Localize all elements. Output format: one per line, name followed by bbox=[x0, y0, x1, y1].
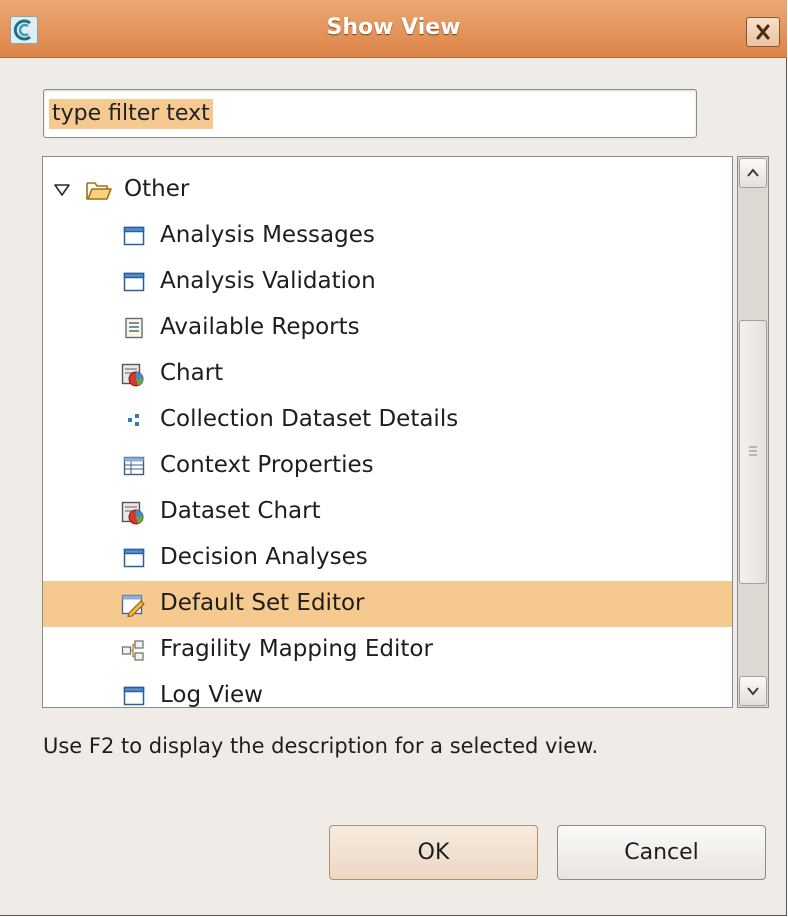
description-hint: Use F2 to display the description for a … bbox=[43, 734, 599, 758]
close-icon bbox=[756, 24, 770, 40]
chevron-down-icon bbox=[747, 687, 759, 696]
app-logo-icon bbox=[10, 16, 38, 44]
tree-item[interactable]: Collection Dataset Details bbox=[43, 397, 732, 443]
tree-item[interactable]: Analysis Validation bbox=[43, 259, 732, 305]
view-window-icon bbox=[123, 548, 145, 568]
view-window-icon bbox=[123, 686, 145, 706]
scroll-down-button[interactable] bbox=[739, 676, 767, 706]
expand-triangle-icon[interactable] bbox=[53, 183, 71, 197]
scrollbar-thumb[interactable] bbox=[739, 320, 767, 584]
folder-open-icon bbox=[86, 182, 112, 200]
dataset-details-icon bbox=[128, 414, 139, 426]
tree-category-other[interactable]: Other bbox=[43, 167, 732, 213]
tree-item-label: Available Reports bbox=[160, 314, 360, 340]
scroll-up-button[interactable] bbox=[739, 158, 767, 188]
report-icon bbox=[125, 317, 143, 339]
tree-item-label: Analysis Validation bbox=[160, 268, 376, 294]
close-button[interactable] bbox=[746, 17, 780, 47]
tree-item[interactable]: Context Properties bbox=[43, 443, 732, 489]
view-window-icon bbox=[123, 226, 145, 246]
chart-icon bbox=[121, 363, 144, 387]
tree-item-label: Decision Analyses bbox=[160, 544, 368, 570]
tree-item-label: Chart bbox=[160, 360, 224, 386]
tree-item[interactable]: Fragility Mapping Editor bbox=[43, 627, 732, 673]
tree-item-label: Dataset Chart bbox=[160, 498, 321, 524]
vertical-scrollbar[interactable] bbox=[737, 156, 769, 708]
chart-icon bbox=[121, 501, 144, 525]
title-bar[interactable]: Show View bbox=[0, 0, 787, 58]
tree-item-label: Context Properties bbox=[160, 452, 374, 478]
tree-item-selected[interactable]: Default Set Editor bbox=[43, 581, 732, 627]
properties-table-icon bbox=[123, 456, 145, 476]
tree-category-label: Other bbox=[124, 176, 190, 202]
show-view-dialog: Show View type filter text Other Analysi… bbox=[0, 0, 787, 916]
filter-input-text[interactable]: type filter text bbox=[49, 99, 213, 129]
editor-pencil-icon bbox=[121, 594, 145, 617]
tree-item-label: Analysis Messages bbox=[160, 222, 375, 248]
chevron-up-icon bbox=[747, 168, 759, 177]
tree-item[interactable]: Decision Analyses bbox=[43, 535, 732, 581]
tree-item[interactable]: Dataset Chart bbox=[43, 489, 732, 535]
grip-icon bbox=[749, 446, 757, 456]
view-tree[interactable]: Other Analysis Messages Analysis Validat… bbox=[42, 156, 733, 708]
tree-item[interactable]: Chart bbox=[43, 351, 732, 397]
tree-item-label: Fragility Mapping Editor bbox=[160, 636, 433, 662]
dialog-title: Show View bbox=[326, 15, 461, 40]
tree-item[interactable]: Available Reports bbox=[43, 305, 732, 351]
tree-item-label: Collection Dataset Details bbox=[160, 406, 459, 432]
tree-item-label: Default Set Editor bbox=[160, 590, 365, 616]
cancel-button[interactable]: Cancel bbox=[557, 825, 766, 880]
ok-button[interactable]: OK bbox=[329, 825, 538, 880]
view-window-icon bbox=[123, 272, 145, 292]
tree-item[interactable]: Analysis Messages bbox=[43, 213, 732, 259]
tree-item-label: Log View bbox=[160, 682, 263, 708]
mapping-icon bbox=[121, 640, 144, 661]
filter-input[interactable]: type filter text bbox=[43, 89, 697, 138]
tree-item[interactable]: Log View bbox=[43, 673, 732, 708]
